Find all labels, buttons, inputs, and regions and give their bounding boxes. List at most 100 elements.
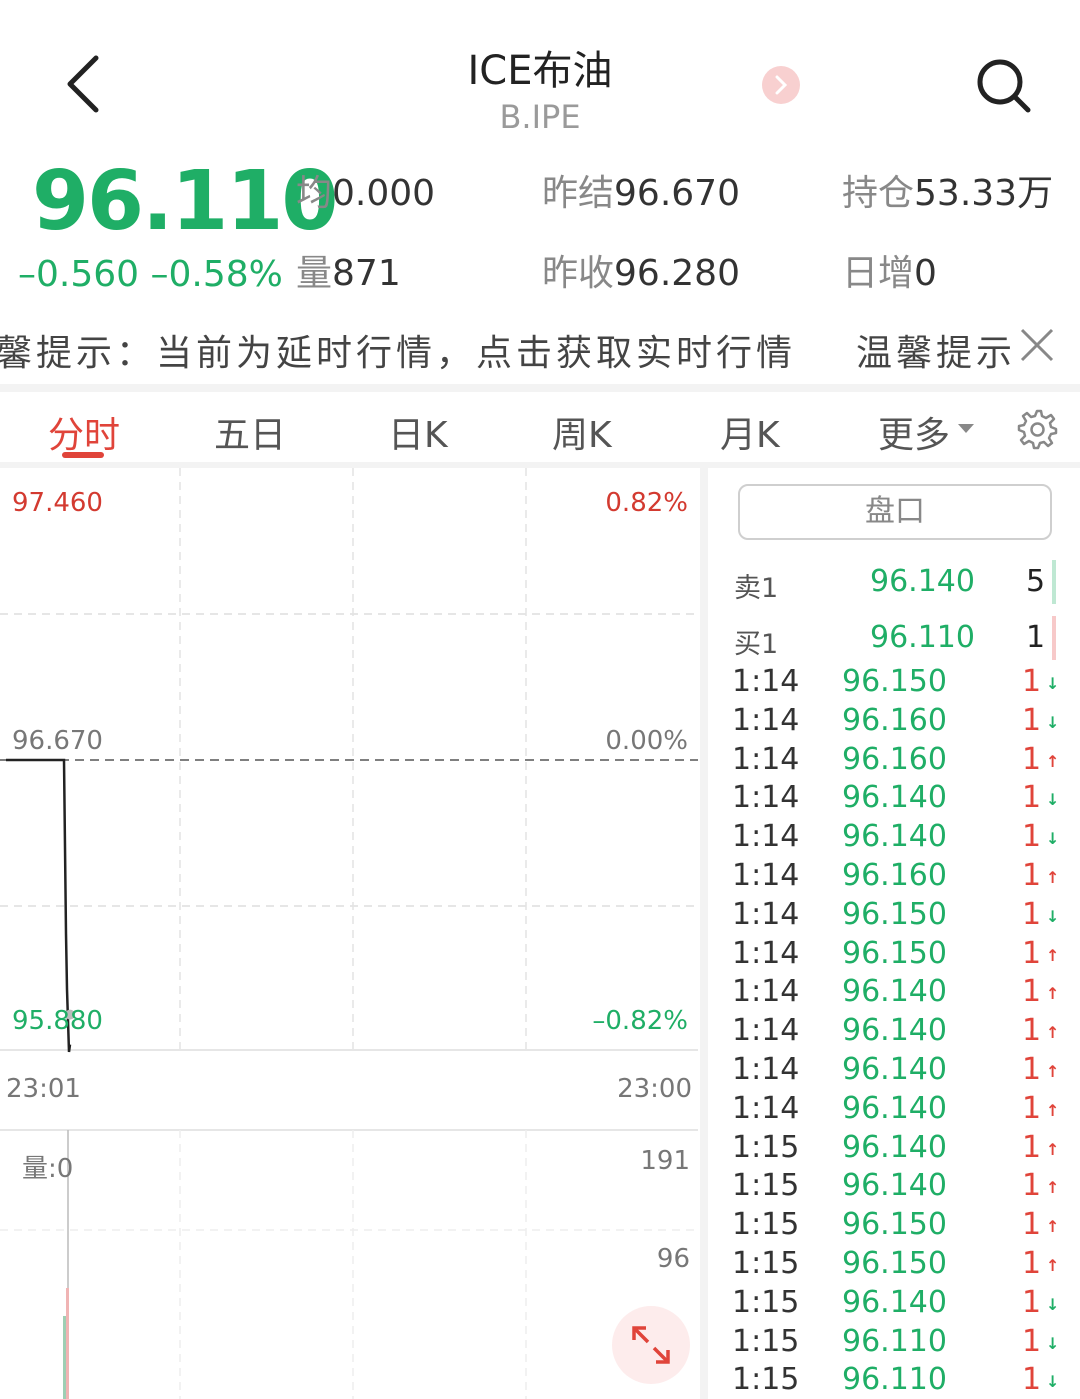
tab-weekly-k[interactable]: 周K [552, 406, 612, 458]
tick-time: 1:14 [732, 702, 800, 738]
tick-volume: 1 [1022, 1246, 1042, 1281]
caret-down-icon [958, 424, 974, 433]
tick-volume: 1 [1022, 1323, 1042, 1359]
fullscreen-button[interactable] [612, 1306, 690, 1384]
bid-row: 买1 96.110 1 [708, 616, 1080, 666]
tick-volume: 1 [1022, 1362, 1042, 1398]
tick-volume: 1 [1022, 702, 1042, 738]
tick-direction: ↑ [1046, 1217, 1060, 1237]
tab-daily-k[interactable]: 日K [388, 406, 448, 458]
volume-bar [66, 1288, 69, 1399]
tick-price: 96.150 [842, 664, 947, 699]
tick-price: 96.140 [842, 819, 947, 855]
tick-price: 96.150 [842, 935, 947, 971]
tick-price: 96.140 [842, 1013, 947, 1049]
tick-direction: ↓ [1046, 790, 1060, 810]
tick-volume: 1 [1022, 974, 1042, 1010]
bid-price: 96.110 [870, 620, 975, 655]
tick-volume: 1 [1022, 896, 1042, 932]
tick-row: 1:14 96.140 1 ↑ [708, 1052, 1080, 1090]
tab-five-day[interactable]: 五日 [214, 406, 286, 458]
tick-row: 1:15 96.140 1 ↑ [708, 1168, 1080, 1206]
pct-axis-top: 0.82% [605, 488, 688, 518]
bid-qty: 1 [1026, 620, 1046, 655]
tick-time: 1:15 [732, 1207, 800, 1243]
change-percent: –0.58% [150, 254, 283, 295]
tick-time: 1:14 [732, 664, 800, 699]
intraday-chart[interactable]: 97.460 96.670 95.880 0.82% 0.00% –0.82% … [0, 468, 706, 1399]
price-axis-top: 97.460 [12, 488, 103, 518]
tick-row: 1:14 96.150 1 ↓ [708, 664, 1080, 702]
tick-time: 1:14 [732, 896, 800, 932]
bid-label: 买1 [734, 629, 779, 660]
tick-price: 96.140 [842, 1129, 947, 1165]
ask-qty: 5 [1026, 564, 1046, 599]
tick-row: 1:14 96.140 1 ↓ [708, 819, 1080, 857]
tick-price: 96.110 [842, 1362, 947, 1398]
order-book-panel: 盘口 卖1 96.140 5 买1 96.110 1 1:14 96.150 1 ↓ 1… [708, 468, 1080, 1399]
gear-icon[interactable] [1016, 408, 1058, 450]
stat-daily-increase: 日增0 [842, 253, 937, 294]
tick-price: 96.140 [842, 1168, 947, 1204]
chevron-right-icon [775, 75, 788, 95]
delay-notice[interactable]: 馨提示：当前为延时行情，点击获取实时行情 温馨提示 [0, 318, 1080, 378]
order-book-button[interactable]: 盘口 [738, 484, 1052, 540]
panel-separator [700, 468, 708, 1399]
tick-direction: ↑ [1046, 868, 1060, 887]
next-contract-button[interactable] [762, 66, 800, 104]
tab-monthly-k[interactable]: 月K [720, 406, 780, 458]
tick-price: 96.150 [842, 1246, 947, 1281]
tick-price: 96.140 [842, 1052, 947, 1087]
tick-price: 96.110 [842, 1323, 947, 1359]
tick-time: 1:14 [732, 780, 800, 816]
price-axis-bottom: 95.880 [12, 1006, 103, 1036]
tick-direction: ↓ [1046, 1372, 1060, 1392]
notice-title: 温馨提示 [846, 324, 1017, 376]
tick-direction: ↓ [1046, 1333, 1060, 1353]
tick-row: 1:14 96.160 1 ↓ [708, 703, 1080, 741]
volume-readout: 量:0 [22, 1154, 74, 1184]
tick-row: 1:15 96.150 1 ↑ [708, 1207, 1080, 1245]
notice-text[interactable]: 馨提示：当前为延时行情，点击获取实时行情 [0, 324, 796, 376]
search-icon[interactable] [974, 56, 1034, 116]
tick-row: 1:14 96.150 1 ↑ [708, 936, 1080, 974]
tick-price: 96.140 [842, 780, 947, 816]
price-axis-mid: 96.670 [12, 726, 103, 756]
change-amount: –0.560 [18, 254, 140, 295]
tick-price: 96.160 [842, 858, 947, 893]
tick-row: 1:15 96.140 1 ↑ [708, 1130, 1080, 1168]
tick-row: 1:14 96.140 1 ↑ [708, 1013, 1080, 1051]
volume-bar [63, 1316, 66, 1399]
tick-direction: ↑ [1046, 984, 1060, 1004]
tick-price: 96.140 [842, 974, 947, 1010]
tick-row: 1:14 96.160 1 ↑ [708, 858, 1080, 896]
tick-time: 1:14 [732, 1052, 800, 1087]
tick-direction: ↓ [1046, 1294, 1060, 1314]
last-price: 96.110 [32, 154, 338, 249]
tick-price: 96.150 [842, 896, 947, 932]
ask-label: 卖1 [734, 573, 779, 604]
tick-volume: 1 [1022, 1129, 1042, 1165]
tick-price: 96.160 [842, 741, 947, 777]
tick-volume: 1 [1022, 819, 1042, 855]
tick-volume: 1 [1022, 1168, 1042, 1204]
tick-direction: ↓ [1046, 712, 1060, 732]
tick-volume: 1 [1022, 1013, 1042, 1049]
tick-row: 1:15 96.110 1 ↓ [708, 1324, 1080, 1362]
tab-intraday[interactable]: 分时 [48, 406, 120, 458]
tick-direction: ↓ [1046, 906, 1060, 926]
close-icon[interactable] [1018, 326, 1056, 364]
tab-more[interactable]: 更多 [878, 406, 950, 458]
tick-price: 96.140 [842, 1090, 947, 1126]
tick-direction: ↑ [1046, 945, 1060, 965]
stat-prev-settle: 昨结96.670 [542, 173, 740, 214]
volume-axis-mid: 96 [656, 1244, 690, 1274]
time-axis-start: 23:01 [6, 1074, 81, 1104]
tick-row: 1:14 96.160 1 ↑ [708, 742, 1080, 780]
tick-direction: ↑ [1046, 1256, 1060, 1275]
tick-time: 1:15 [732, 1129, 800, 1165]
chart-canvas [0, 468, 698, 1399]
tick-volume: 1 [1022, 664, 1042, 699]
quote-summary: 96.110 –0.560 –0.58% 均0.000 昨结96.670 持仓5… [0, 150, 1080, 310]
tick-volume: 1 [1022, 1207, 1042, 1243]
